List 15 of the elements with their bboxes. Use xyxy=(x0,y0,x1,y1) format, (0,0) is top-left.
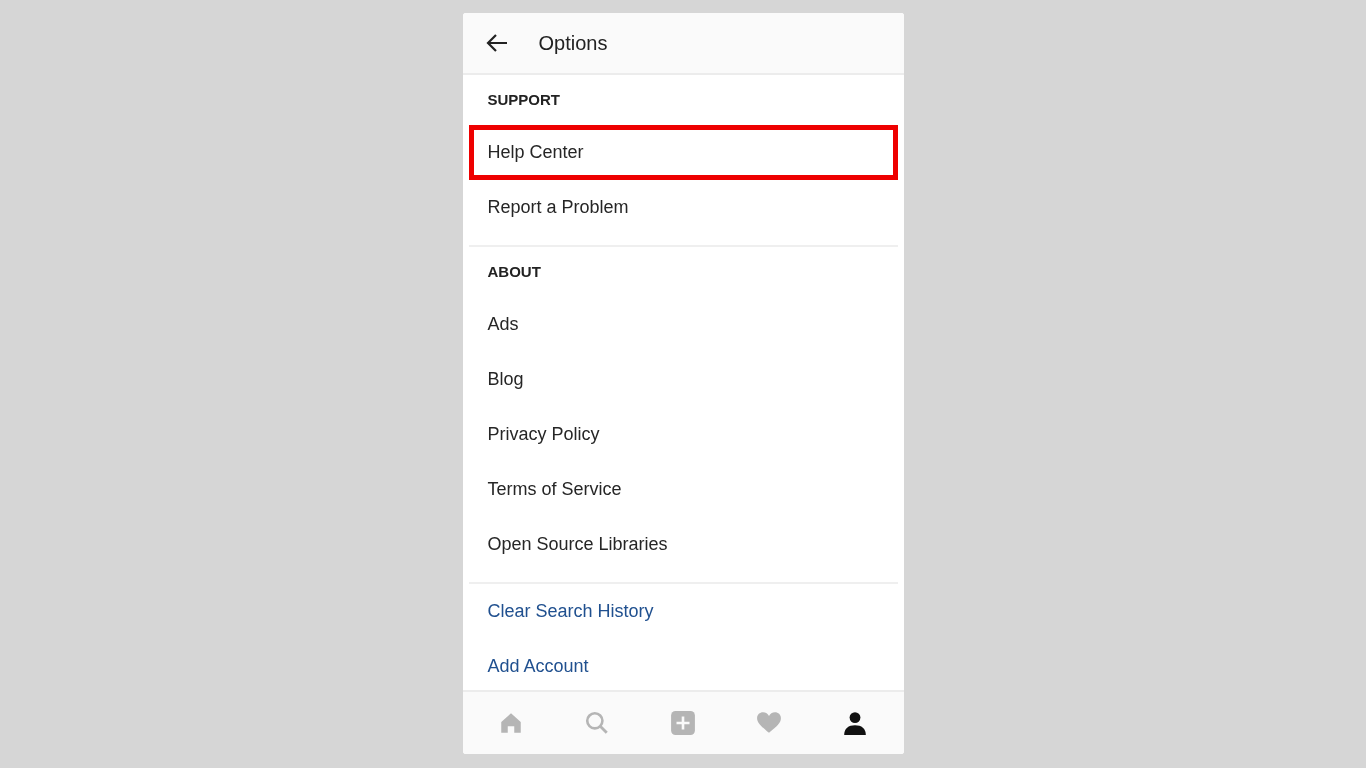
back-arrow-icon[interactable] xyxy=(484,33,509,53)
section-heading: SUPPORT xyxy=(486,89,561,110)
menu-item[interactable]: Terms of Service xyxy=(468,462,898,517)
profile-icon[interactable] xyxy=(841,710,868,736)
menu-item[interactable]: Help Center xyxy=(468,125,898,180)
menu-item[interactable]: Open Source Libraries xyxy=(468,517,898,572)
action-link[interactable]: Clear Search History xyxy=(468,584,898,639)
menu-item[interactable]: Blog xyxy=(468,352,898,407)
menu-item[interactable]: Report a Problem xyxy=(468,180,898,235)
menu-item[interactable]: Ads xyxy=(468,297,898,352)
menu-item[interactable]: Privacy Policy xyxy=(468,407,898,462)
screen-title: Options xyxy=(538,31,608,56)
action-link[interactable]: Add Account xyxy=(468,639,898,690)
section-heading: ABOUT xyxy=(486,261,542,282)
add-icon[interactable] xyxy=(670,710,696,736)
